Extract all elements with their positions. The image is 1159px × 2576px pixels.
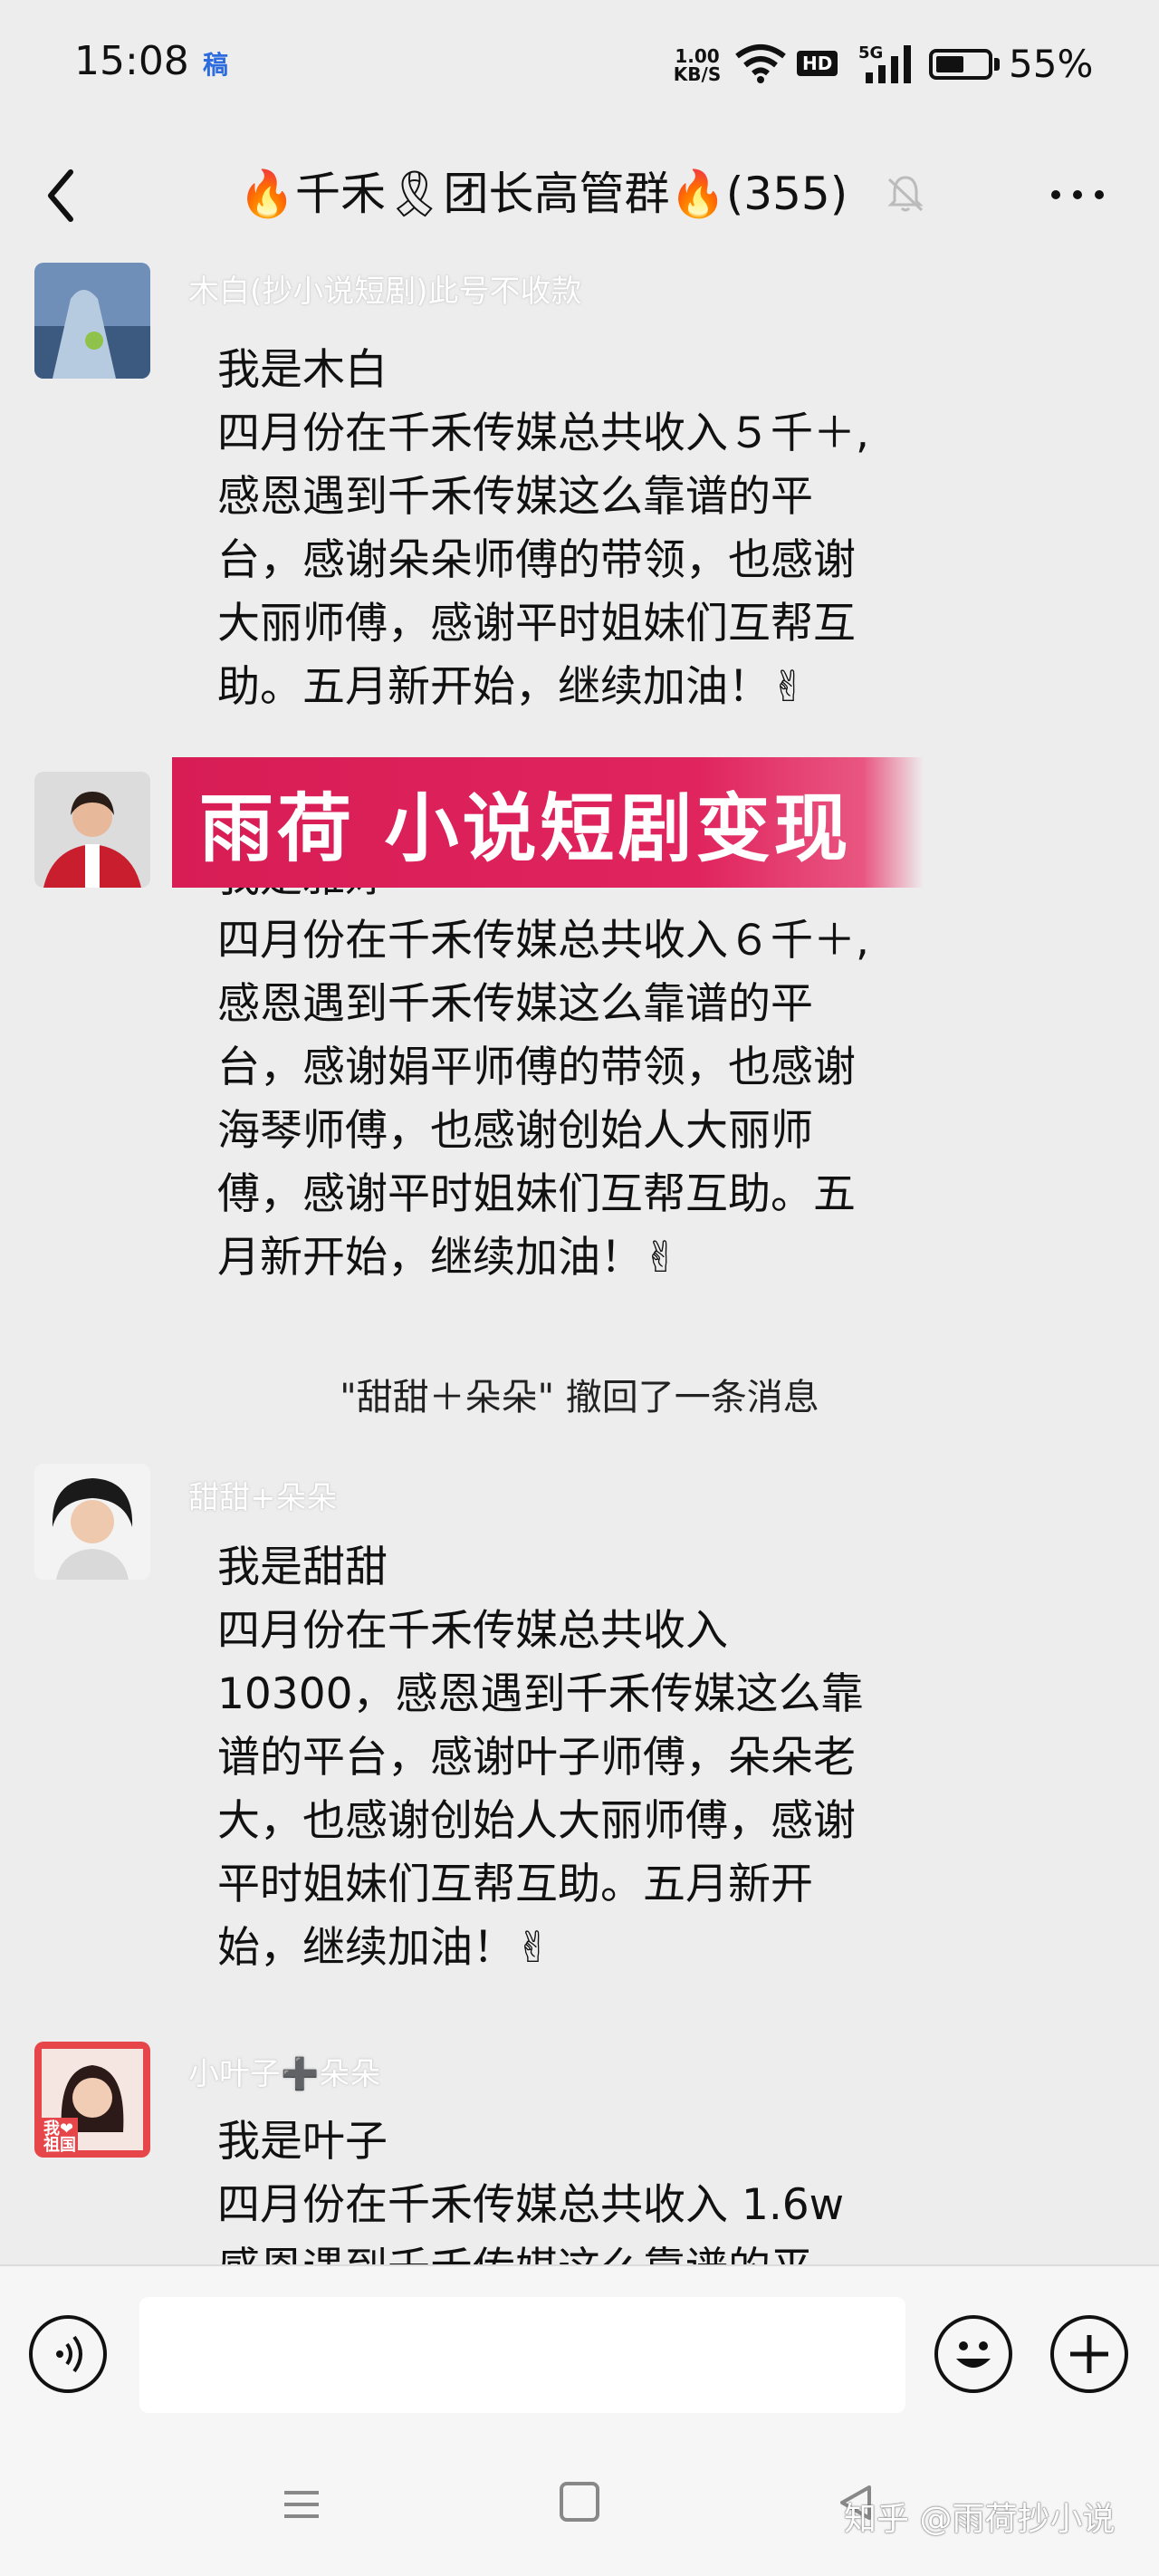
network-speed: 1.00 KB/S — [670, 47, 724, 83]
message-line: 大丽师傅，感谢平时姐妹们互帮互 — [217, 599, 856, 649]
smiley-icon — [956, 2341, 991, 2368]
battery-tip — [994, 58, 1000, 71]
avatar[interactable] — [34, 263, 150, 379]
network-speed-value: 1.00 — [675, 45, 720, 67]
message-line: 傅，感谢平时姐妹们互帮互助。五 — [217, 1169, 856, 1219]
watermark: 知乎 @雨荷抄小说 — [844, 2501, 1116, 2538]
back-arrow-icon[interactable] — [36, 159, 91, 232]
message-text[interactable]: 我是甜甜 四月份在千禾传媒总共收入 10300，感恩遇到千禾传媒这么靠 谱的平台… — [217, 1536, 978, 1980]
system-navigation-bar: 知乎 @雨荷抄小说 — [0, 2437, 1159, 2576]
chat-header: 🔥千禾🎗团长高管群🔥(355) — [0, 136, 1159, 254]
sender-name[interactable]: 甜甜+朵朵 — [188, 1473, 338, 1517]
message-input[interactable] — [139, 2297, 905, 2413]
chat-title: 🔥千禾🎗团长高管群🔥(355) — [238, 168, 848, 220]
battery-percent: 55% — [1009, 42, 1094, 86]
message-line: 四月份在千禾传媒总共收入 1.6w — [217, 2180, 845, 2230]
message-line: 谱的平台，感谢叶子师傅，朵朵老 — [217, 1733, 856, 1783]
message-line: 始，继续加油！✌ — [217, 1923, 551, 1973]
message-line: 我是叶子 — [217, 2117, 388, 2167]
message-line: 台，感谢朵朵师傅的带领，也感谢 — [217, 535, 856, 585]
status-time: 15:08 — [74, 38, 189, 84]
plus-icon — [1070, 2335, 1108, 2373]
message-text[interactable]: 我是雅婷 四月份在千禾传媒总共收入６千＋, 感恩遇到千禾传媒这么靠谱的平 台，感… — [217, 846, 978, 1290]
home-square-icon[interactable] — [560, 2482, 599, 2522]
emoji-button[interactable] — [934, 2315, 1012, 2393]
avatar[interactable] — [34, 1464, 150, 1580]
app-notification-badge: 稿 — [202, 50, 228, 80]
message-line: 助。五月新开始，继续加油！✌ — [217, 662, 807, 712]
sender-name[interactable]: 小叶子➕朵朵 — [188, 2049, 380, 2093]
signal-icon: 5G — [858, 43, 911, 83]
message-text[interactable]: 我是叶子 四月份在千禾传媒总共收入 1.6w 感恩遇到千禾传媒这么靠谱的平 — [217, 2110, 978, 2264]
message-line: 感恩遇到千禾传媒这么靠谱的平 — [217, 979, 813, 1029]
avatar[interactable]: 我❤祖国 — [34, 2042, 150, 2158]
promo-banner-text: 雨荷 小说短剧变现 — [199, 786, 852, 872]
hd-voice-badge: HD — [797, 51, 838, 76]
message-line: 我是甜甜 — [217, 1543, 388, 1592]
message-line: 台，感谢娟平师傅的带领，也感谢 — [217, 1043, 856, 1092]
wifi-icon — [735, 44, 786, 83]
message-line: 感恩遇到千禾传媒这么靠谱的平 — [217, 472, 813, 522]
chat-message-list[interactable]: 木白(抄小说短剧)此号不收款 我是木白 四月份在千禾传媒总共收入５千＋, 感恩遇… — [0, 254, 1159, 2264]
signal-label: 5G — [858, 43, 883, 62]
avatar[interactable] — [34, 772, 150, 888]
message-line: 海琴师傅，也感谢创始人大丽师 — [217, 1106, 813, 1156]
battery-icon — [929, 49, 992, 80]
sender-name[interactable]: 木白(抄小说短剧)此号不收款 — [188, 266, 582, 311]
message-line: 10300，感恩遇到千禾传媒这么靠 — [217, 1669, 864, 1719]
message-line: 月新开始，继续加油！✌ — [217, 1233, 679, 1283]
chat-input-bar — [0, 2264, 1159, 2438]
battery-fill — [936, 56, 963, 72]
message-line: 大，也感谢创始人大丽师傅，感谢 — [217, 1796, 856, 1846]
network-speed-unit: KB/S — [673, 63, 722, 85]
message-line: 四月份在千禾传媒总共收入 — [217, 1606, 728, 1656]
status-bar: 15:08 稿 1.00 KB/S HD 5G 55% — [0, 0, 1159, 136]
recall-notice: "甜甜＋朵朵" 撤回了一条消息 — [340, 1377, 819, 1418]
mute-bell-icon — [887, 176, 924, 212]
message-line: 四月份在千禾传媒总共收入６千＋, — [217, 916, 869, 966]
voice-icon — [56, 2335, 82, 2373]
more-options-icon[interactable] — [1041, 172, 1114, 217]
message-text[interactable]: 我是木白 四月份在千禾传媒总共收入５千＋, 感恩遇到千禾传媒这么靠谱的平 台，感… — [217, 339, 978, 719]
menu-icon[interactable] — [279, 2482, 324, 2527]
message-line: 四月份在千禾传媒总共收入５千＋, — [217, 409, 869, 458]
message-line: 我是木白 — [217, 345, 388, 395]
more-actions-button[interactable] — [1050, 2315, 1128, 2393]
message-line: 感恩遇到千禾传媒这么靠谱的平 — [217, 2237, 978, 2264]
message-line: 平时姐妹们互帮互助。五月新开 — [217, 1860, 813, 1909]
avatar-caption: 我❤祖国 — [43, 2119, 76, 2155]
voice-input-button[interactable] — [29, 2315, 107, 2393]
